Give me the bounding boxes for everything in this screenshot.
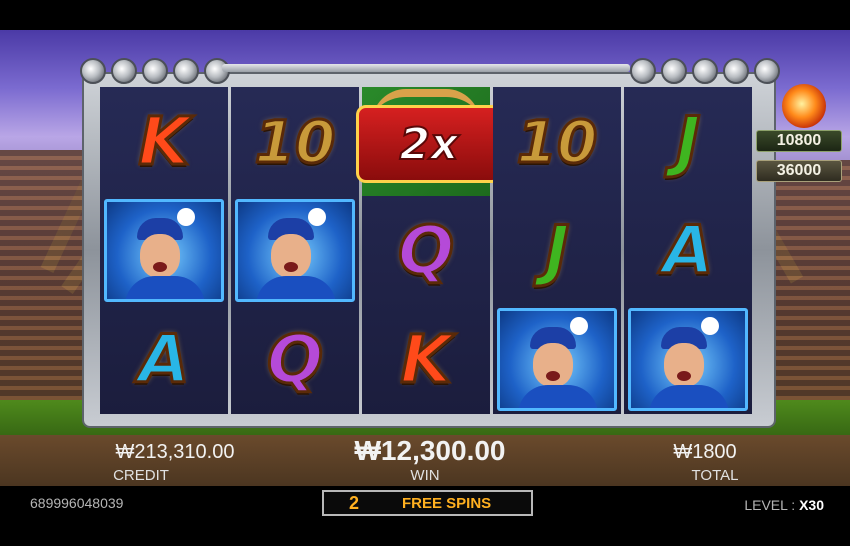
free-spins-panel: 2 FREE SPINS: [322, 490, 533, 516]
symbol-cell: J: [624, 87, 752, 196]
multiplier-label: 2x: [399, 118, 460, 171]
reel-3: 2x Q K: [356, 87, 502, 414]
level-label: LEVEL :: [744, 497, 796, 513]
symbol-A: A: [661, 211, 715, 289]
symbol-cell: 10: [231, 87, 359, 196]
bulb: [661, 58, 687, 84]
frame-rail: [222, 64, 630, 72]
symbol-10: 10: [515, 107, 599, 176]
symbol-cell: K: [362, 305, 490, 414]
level-indicator: LEVEL : X30: [744, 497, 824, 513]
multiplier-cell: 2x: [356, 87, 502, 196]
symbol-player-cell: [493, 305, 621, 414]
fireball-icon: [782, 84, 826, 128]
symbol-player-cell: [100, 196, 228, 305]
bulb: [142, 58, 168, 84]
baseball-player-icon: [497, 308, 617, 411]
symbol-J: J: [543, 211, 571, 289]
reel-5: JA: [624, 87, 752, 414]
bulb: [630, 58, 656, 84]
bulb: [754, 58, 780, 84]
symbol-Q: Q: [396, 211, 455, 289]
total-bet-value: ₩1800: [673, 441, 737, 463]
symbol-K: K: [399, 320, 453, 398]
frame-bulbs-left: [80, 58, 230, 84]
baseball-player-icon: [235, 199, 355, 302]
level-value: X30: [799, 497, 824, 513]
symbol-A: A: [137, 320, 191, 398]
symbol-K: K: [137, 102, 191, 180]
reel-grid: K A 10 Q 2x Q K 10 J J A: [100, 87, 752, 414]
bulb: [111, 58, 137, 84]
symbol-cell: Q: [231, 305, 359, 414]
symbol-cell: J: [493, 196, 621, 305]
free-spins-label: FREE SPINS: [402, 494, 492, 512]
free-spins-count: 2: [348, 492, 359, 513]
total-bet-label: TOTAL: [691, 467, 739, 484]
baseball-player-icon: [628, 308, 748, 411]
baseball-player-icon: [104, 199, 224, 302]
jackpot-top-value: 10800: [756, 130, 842, 152]
win-label: WIN: [410, 467, 440, 484]
credit-label: CREDIT: [113, 467, 169, 484]
reel-1: KA: [100, 87, 228, 414]
symbol-cell: A: [624, 196, 752, 305]
round-id: 689996048039: [30, 495, 124, 511]
symbol-player-cell: [624, 305, 752, 414]
multiplier-badge: 2x: [356, 105, 502, 183]
symbol-cell: A: [100, 305, 228, 414]
reel-4: 10 J: [493, 87, 621, 414]
bulb: [80, 58, 106, 84]
bulb: [692, 58, 718, 84]
symbol-cell: Q: [362, 196, 490, 305]
symbol-cell: K: [100, 87, 228, 196]
bulb: [173, 58, 199, 84]
top-black-bar: [0, 0, 850, 30]
jackpot-second-value: 36000: [756, 160, 842, 182]
frame-bulbs-right: [630, 58, 780, 84]
reel-2: 10 Q: [231, 87, 359, 414]
credit-value: ₩213,310.00: [115, 441, 235, 463]
bulb: [723, 58, 749, 84]
win-value: ₩12,300.00: [354, 435, 506, 466]
symbol-Q: Q: [265, 320, 324, 398]
symbol-J: J: [674, 102, 702, 180]
symbol-player-cell: [231, 196, 359, 305]
symbol-10: 10: [253, 107, 337, 176]
symbol-cell: 10: [493, 87, 621, 196]
